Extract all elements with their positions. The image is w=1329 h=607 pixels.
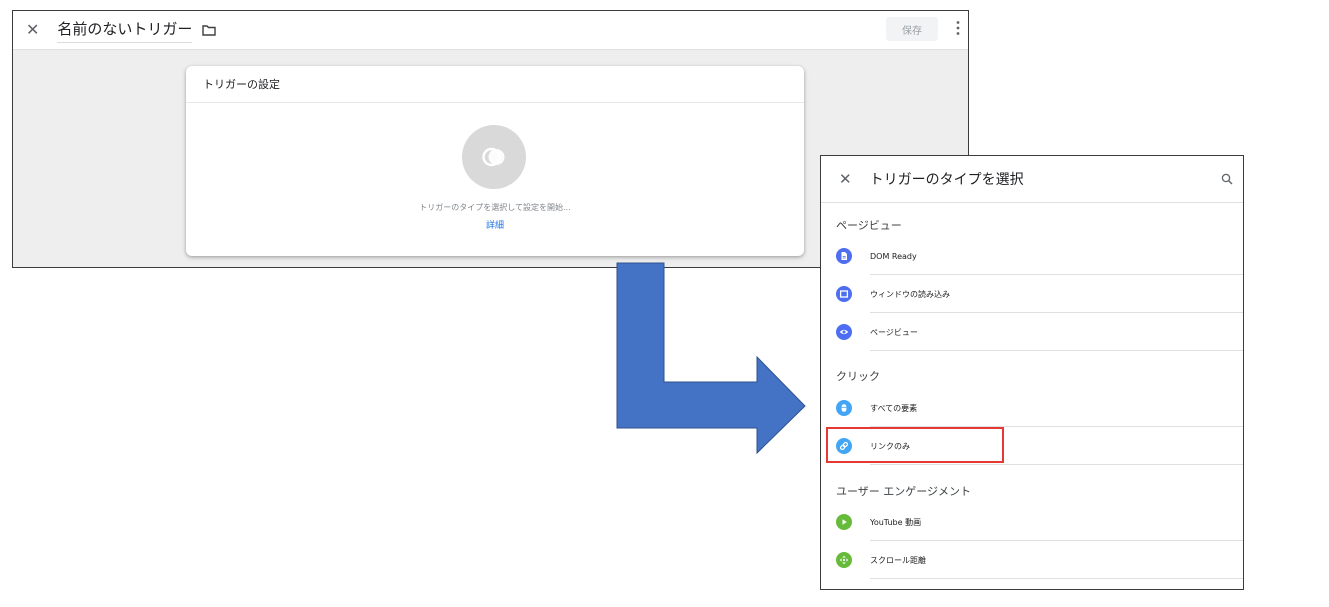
trigger-type-all-elements[interactable]: すべての要素 [821, 389, 1243, 427]
trigger-type-dom-ready[interactable]: DOM Ready [821, 237, 1243, 275]
save-button[interactable]: 保存 [886, 17, 938, 41]
document-icon [836, 248, 852, 264]
close-icon[interactable]: ✕ [839, 171, 852, 187]
search-icon[interactable] [1221, 173, 1233, 185]
item-label: ウィンドウの読み込み [870, 289, 950, 299]
play-icon [836, 514, 852, 530]
trigger-config-card[interactable]: トリガーの設定 トリガーのタイプを選択して設定を開始... 詳細 [186, 66, 804, 256]
item-label: YouTube 動画 [870, 517, 922, 527]
chooser-title: トリガーのタイプを選択 [869, 172, 1024, 188]
highlight-box [826, 427, 1004, 463]
trigger-type-window-loaded[interactable]: ウィンドウの読み込み [821, 275, 1243, 313]
more-vert-icon[interactable] [956, 20, 960, 36]
section-label-pageview: ページビュー [836, 219, 902, 232]
card-title: トリガーの設定 [186, 66, 804, 103]
divider [870, 578, 1243, 579]
folder-icon[interactable] [202, 23, 217, 37]
trigger-type-chooser: ✕ トリガーのタイプを選択 ページビュー DOM Ready ウィンドウの読み込… [820, 155, 1244, 590]
eye-icon [836, 324, 852, 340]
item-label: スクロール距離 [870, 555, 926, 565]
window-icon [836, 286, 852, 302]
item-label: すべての要素 [870, 403, 918, 413]
details-link[interactable]: 詳細 [186, 218, 804, 231]
move-icon [836, 552, 852, 568]
trigger-icon [482, 147, 505, 167]
card-hint: トリガーのタイプを選択して設定を開始... [419, 203, 571, 212]
trigger-type-page-view[interactable]: ページビュー [821, 313, 1243, 351]
trigger-type-placeholder[interactable] [462, 125, 526, 189]
chooser-header: ✕ トリガーのタイプを選択 [821, 156, 1243, 203]
item-label: ページビュー [870, 327, 918, 337]
trigger-name-field[interactable]: 名前のないトリガー [57, 18, 193, 43]
close-icon[interactable]: ✕ [26, 22, 39, 38]
editor-header: ✕ 名前のないトリガー 保存 [13, 11, 968, 50]
trigger-name[interactable]: 名前のないトリガー [57, 18, 192, 39]
trigger-type-scroll-depth[interactable]: スクロール距離 [821, 541, 1243, 579]
item-label: DOM Ready [870, 251, 917, 261]
trigger-type-youtube-video[interactable]: YouTube 動画 [821, 503, 1243, 541]
divider [870, 350, 1243, 351]
section-label-engagement: ユーザー エンゲージメント [836, 485, 972, 498]
section-label-click: クリック [836, 370, 880, 383]
mouse-icon [836, 400, 852, 416]
divider [870, 464, 1243, 465]
